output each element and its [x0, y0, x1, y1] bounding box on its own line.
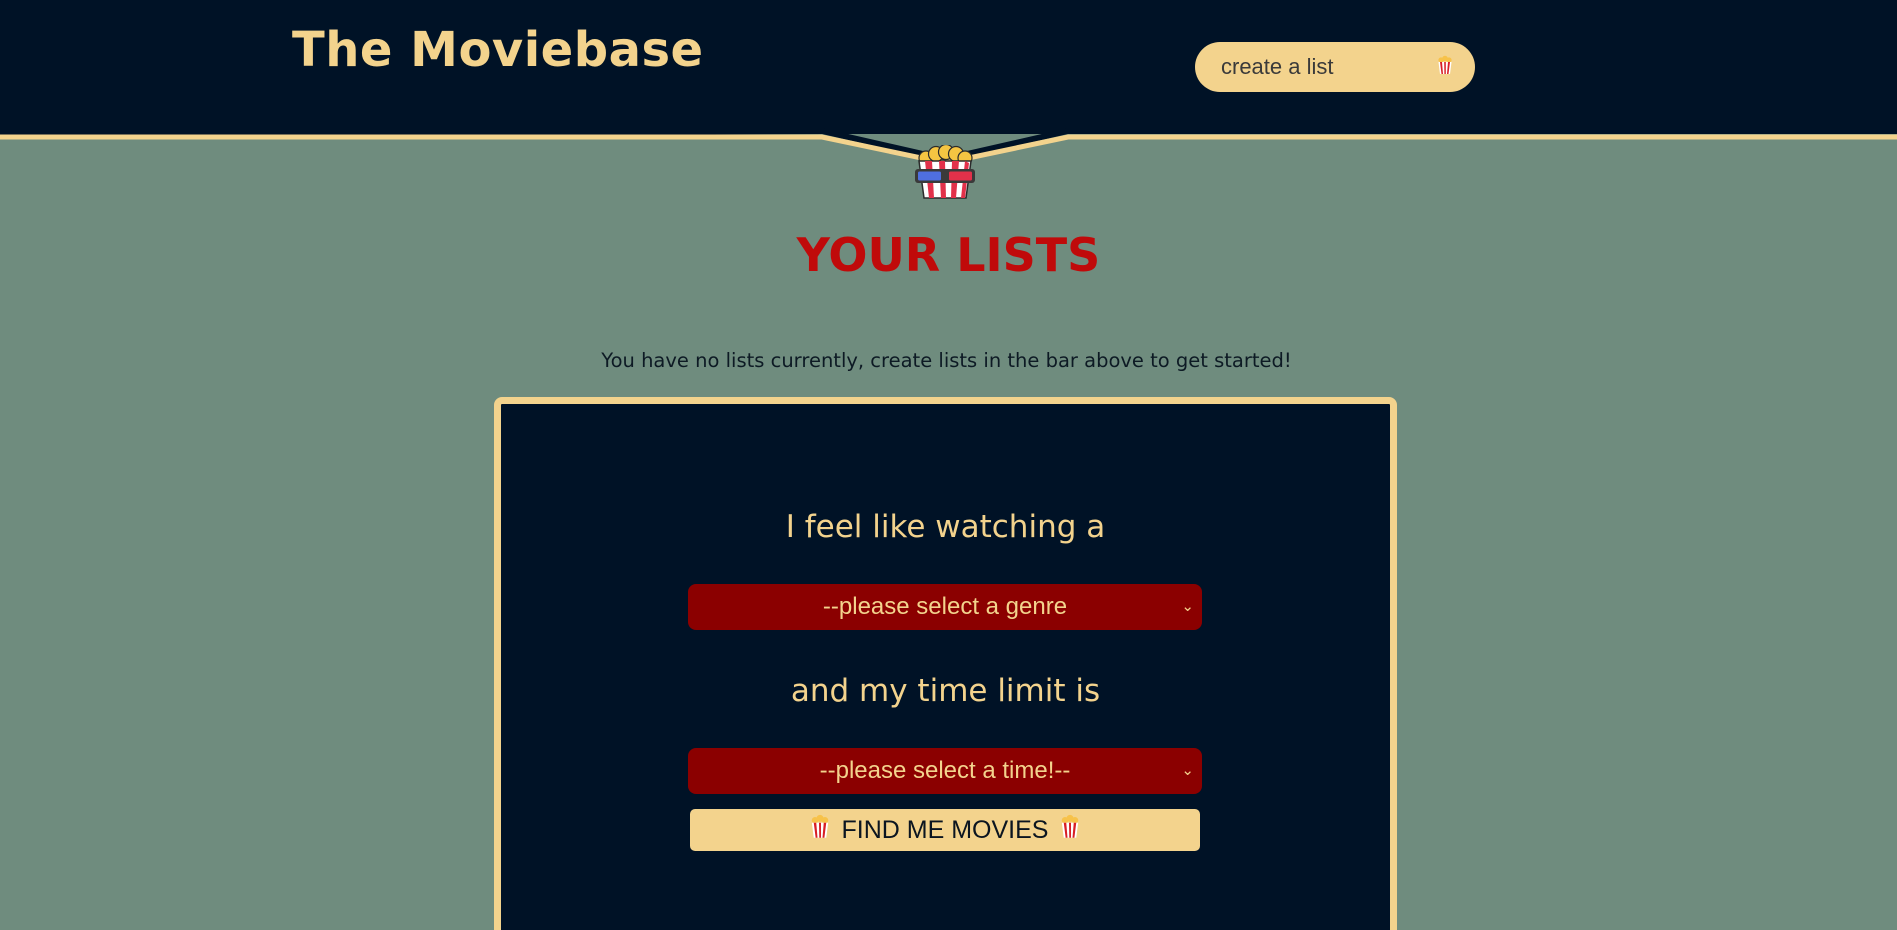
popcorn-icon [1060, 814, 1080, 846]
popcorn-icon[interactable] [1437, 55, 1453, 79]
movie-finder-panel: I feel like watching a --please select a… [494, 397, 1397, 930]
chevron-down-icon: ⌄ [1181, 762, 1194, 780]
genre-select-value: --please select a genre [822, 593, 1068, 620]
lists-heading: YOUR LISTS [796, 228, 1101, 282]
popcorn-icon [810, 814, 830, 846]
site-title[interactable]: The Moviebase [292, 22, 704, 78]
create-list-input[interactable] [1219, 53, 1437, 81]
find-movies-button[interactable]: FIND ME MOVIES [690, 809, 1200, 851]
site-header: The Moviebase [0, 0, 1897, 134]
page: The Moviebase create a list YOUR LISTS Y… [0, 0, 1897, 930]
find-movies-label: FIND ME MOVIES [841, 815, 1049, 844]
time-prompt: and my time limit is [790, 673, 1101, 709]
genre-prompt: I feel like watching a [785, 509, 1106, 545]
chevron-down-icon: ⌄ [1181, 598, 1194, 616]
popcorn-3d-glasses-icon [915, 145, 975, 199]
time-select-value: --please select a time!-- [819, 757, 1071, 784]
genre-select[interactable]: --please select a genre ⌄ [688, 584, 1202, 630]
time-select[interactable]: --please select a time!-- ⌄ [688, 748, 1202, 794]
empty-lists-message: You have no lists currently, create list… [601, 349, 1292, 372]
create-list-field[interactable] [1195, 42, 1475, 92]
